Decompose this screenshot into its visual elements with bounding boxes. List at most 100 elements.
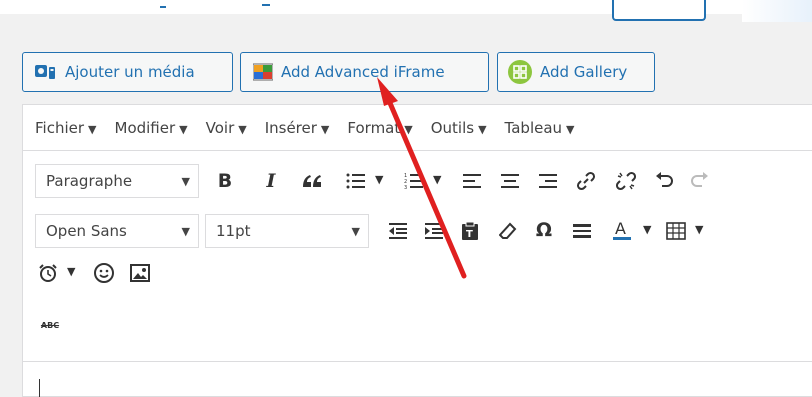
menu-table[interactable]: Tableau ▼ [505, 119, 575, 137]
clipboard-icon: T [462, 221, 478, 240]
chevron-down-icon[interactable]: ▼ [433, 173, 441, 186]
chevron-down-icon: ▼ [181, 224, 190, 238]
menu-view-label: Voir [205, 118, 235, 137]
align-center-button[interactable] [497, 169, 523, 193]
menu-insert-label: Insérer [264, 118, 317, 137]
chevron-down-icon: ▼ [181, 174, 190, 188]
iframe-icon [253, 63, 273, 81]
toolbar-row-2: Open Sans ▼ 11pt ▼ T Ω A ▼ ▼ [23, 209, 812, 253]
strikethrough-label: ABC [40, 320, 60, 330]
chevron-down-icon: ▼ [238, 122, 247, 136]
omega-icon: Ω [535, 219, 553, 241]
outdent-button[interactable] [385, 219, 411, 243]
table-button[interactable] [663, 219, 689, 243]
align-right-button[interactable] [535, 169, 561, 193]
alarm-clock-icon [39, 264, 57, 282]
add-advanced-iframe-button[interactable]: Add Advanced iFrame [240, 52, 489, 92]
indent-icon [425, 223, 443, 239]
undo-button[interactable] [651, 169, 677, 193]
redo-icon [691, 172, 708, 187]
timestamp-button[interactable] [35, 261, 61, 285]
add-media-label: Ajouter un média [65, 63, 195, 81]
top-underline-2 [262, 0, 270, 6]
top-underline [160, 0, 166, 8]
strikethrough-button[interactable]: ABC [37, 315, 63, 335]
chevron-down-icon: ▼ [566, 122, 575, 136]
remove-link-button[interactable] [613, 169, 639, 193]
clear-formatting-button[interactable] [495, 219, 521, 243]
menu-edit[interactable]: Modifier ▼ [115, 119, 188, 137]
menu-format-label: Format [347, 118, 401, 137]
menu-insert[interactable]: Insérer ▼ [265, 119, 330, 137]
italic-button[interactable]: I [259, 169, 283, 193]
redo-button[interactable] [687, 169, 713, 193]
text-color-button[interactable]: A [609, 217, 635, 243]
image-icon [130, 264, 150, 282]
menu-edit-label: Modifier [114, 118, 176, 137]
bold-button[interactable]: B [213, 169, 237, 193]
menu-tools[interactable]: Outils ▼ [431, 119, 487, 137]
svg-text:A: A [615, 219, 626, 238]
blockquote-icon [303, 175, 321, 187]
chevron-down-icon: ▼ [179, 122, 188, 136]
chevron-down-icon: ▼ [351, 224, 360, 238]
table-icon [666, 222, 686, 240]
toolbar-row-1: Paragraphe ▼ B I ▼ 123 ▼ [23, 159, 812, 203]
align-right-icon [539, 174, 557, 188]
menu-tools-label: Outils [430, 118, 475, 137]
bold-label: B [217, 170, 233, 192]
undo-icon [656, 172, 673, 187]
format-select-value: Paragraphe [46, 172, 133, 190]
bullet-list-button[interactable] [343, 169, 369, 193]
text-color-icon: A [613, 219, 631, 240]
menu-file-label: Fichier [35, 118, 85, 137]
svg-text:3: 3 [404, 185, 407, 190]
text-cursor [39, 379, 40, 397]
media-icon [35, 65, 55, 79]
indent-button[interactable] [421, 219, 447, 243]
chevron-down-icon[interactable]: ▼ [643, 223, 651, 236]
paste-text-button[interactable]: T [457, 219, 483, 243]
unlink-icon [616, 171, 636, 191]
insert-image-button[interactable] [127, 261, 153, 285]
numbered-list-button[interactable]: 123 [401, 169, 427, 193]
menu-file[interactable]: Fichier ▼ [35, 119, 97, 137]
chevron-down-icon: ▼ [88, 122, 97, 136]
blockquote-button[interactable] [299, 169, 325, 193]
align-left-button[interactable] [459, 169, 485, 193]
special-character-button[interactable]: Ω [531, 217, 557, 243]
smiley-icon [94, 263, 114, 283]
top-glow [742, 0, 812, 22]
chevron-down-icon: ▼ [404, 122, 413, 136]
editor-separator [23, 361, 812, 362]
add-media-button[interactable]: Ajouter un média [22, 52, 233, 92]
font-size-value: 11pt [216, 222, 251, 240]
outdent-icon [389, 223, 407, 239]
insert-link-button[interactable] [573, 169, 599, 193]
bullet-list-icon [346, 173, 365, 189]
font-family-select[interactable]: Open Sans ▼ [35, 214, 199, 248]
add-gallery-button[interactable]: Add Gallery [497, 52, 655, 92]
numbered-list-icon: 123 [404, 173, 423, 190]
emoticons-button[interactable] [91, 261, 117, 285]
menu-format[interactable]: Format ▼ [347, 119, 412, 137]
menu-view[interactable]: Voir ▼ [206, 119, 247, 137]
format-select[interactable]: Paragraphe ▼ [35, 164, 199, 198]
chevron-down-icon[interactable]: ▼ [695, 223, 703, 236]
top-button-fragment[interactable] [612, 0, 706, 21]
italic-label: I [266, 170, 276, 192]
chevron-down-icon[interactable]: ▼ [67, 265, 75, 278]
align-left-icon [463, 174, 481, 188]
horizontal-line-button[interactable] [569, 219, 595, 243]
chevron-down-icon: ▼ [478, 122, 487, 136]
add-advanced-iframe-label: Add Advanced iFrame [281, 63, 445, 81]
top-toolbar-fragment [0, 0, 812, 22]
toolbar-row-4: ABC [23, 303, 812, 347]
chevron-down-icon: ▼ [320, 122, 330, 136]
chevron-down-icon[interactable]: ▼ [375, 173, 383, 186]
menu-table-label: Tableau [504, 118, 563, 137]
eraser-icon [499, 222, 517, 239]
font-size-select[interactable]: 11pt ▼ [205, 214, 369, 248]
svg-text:T: T [466, 229, 473, 240]
gallery-icon [508, 60, 532, 84]
